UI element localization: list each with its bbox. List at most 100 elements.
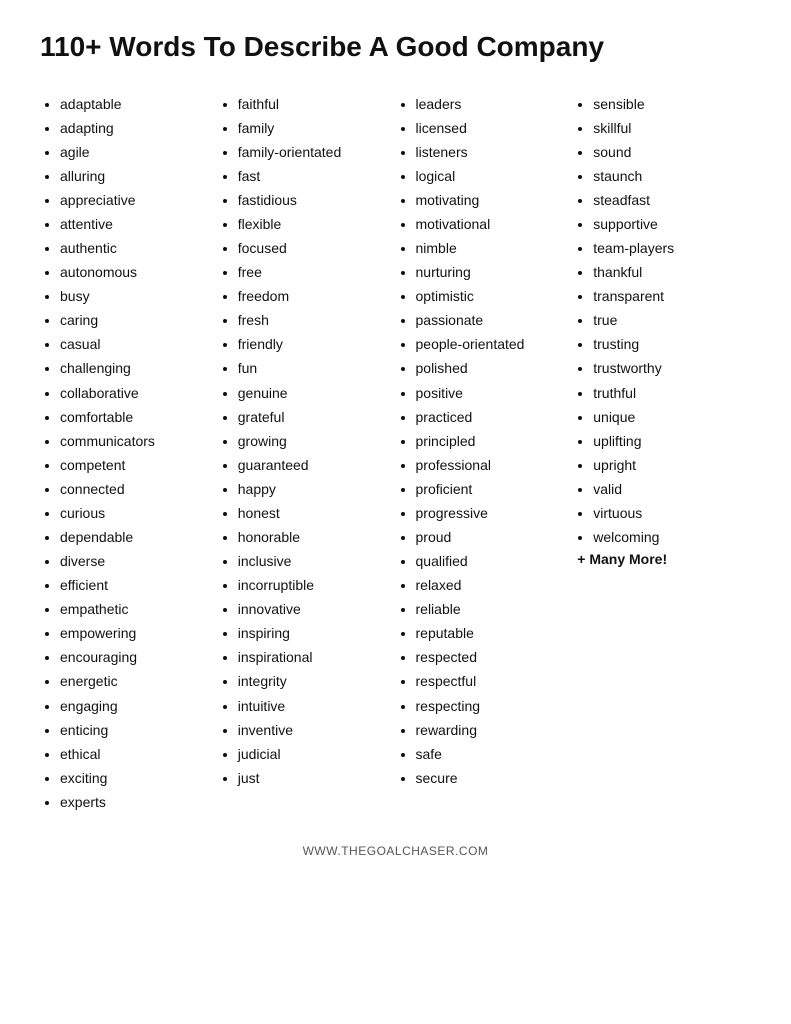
list-item: incorruptible <box>238 573 386 597</box>
list-item: polished <box>416 356 564 380</box>
list-item: happy <box>238 477 386 501</box>
list-item: skillful <box>593 116 741 140</box>
list-item: upright <box>593 453 741 477</box>
list-item: truthful <box>593 381 741 405</box>
list-item: collaborative <box>60 381 208 405</box>
list-item: efficient <box>60 573 208 597</box>
list-item: respecting <box>416 694 564 718</box>
list-item: valid <box>593 477 741 501</box>
list-item: safe <box>416 742 564 766</box>
list-item: nimble <box>416 236 564 260</box>
list-item: inspiring <box>238 621 386 645</box>
list-item: guaranteed <box>238 453 386 477</box>
column-1: adaptableadaptingagilealluringappreciati… <box>40 92 218 814</box>
list-item: ethical <box>60 742 208 766</box>
list-item: practiced <box>416 405 564 429</box>
list-item: respected <box>416 645 564 669</box>
list-item: free <box>238 260 386 284</box>
list-item: nurturing <box>416 260 564 284</box>
list-item: inventive <box>238 718 386 742</box>
list-item: steadfast <box>593 188 741 212</box>
list-item: licensed <box>416 116 564 140</box>
list-item: principled <box>416 429 564 453</box>
list-item: optimistic <box>416 284 564 308</box>
list-item: logical <box>416 164 564 188</box>
list-item: autonomous <box>60 260 208 284</box>
list-item: grateful <box>238 405 386 429</box>
list-item: fresh <box>238 308 386 332</box>
footer-url: WWW.THEGOALCHASER.COM <box>40 844 751 858</box>
list-item: positive <box>416 381 564 405</box>
list-item: flexible <box>238 212 386 236</box>
list-item: diverse <box>60 549 208 573</box>
column-3: leaderslicensedlistenerslogicalmotivatin… <box>396 92 574 814</box>
list-item: passionate <box>416 308 564 332</box>
list-item: intuitive <box>238 694 386 718</box>
list-item: respectful <box>416 669 564 693</box>
list-item: busy <box>60 284 208 308</box>
list-item: authentic <box>60 236 208 260</box>
list-item: rewarding <box>416 718 564 742</box>
list-item: relaxed <box>416 573 564 597</box>
list-item: inclusive <box>238 549 386 573</box>
list-item: agile <box>60 140 208 164</box>
list-item: motivating <box>416 188 564 212</box>
list-item: people-orientated <box>416 332 564 356</box>
list-item: trusting <box>593 332 741 356</box>
list-item: fast <box>238 164 386 188</box>
list-item: empathetic <box>60 597 208 621</box>
list-item: innovative <box>238 597 386 621</box>
page-title: 110+ Words To Describe A Good Company <box>40 30 751 64</box>
list-item: honest <box>238 501 386 525</box>
list-item: family-orientated <box>238 140 386 164</box>
plus-more-label: + Many More! <box>573 551 741 567</box>
column-2: faithfulfamilyfamily-orientatedfastfasti… <box>218 92 396 814</box>
list-item: true <box>593 308 741 332</box>
list-item: adaptable <box>60 92 208 116</box>
list-item: unique <box>593 405 741 429</box>
list-item: supportive <box>593 212 741 236</box>
list-item: proud <box>416 525 564 549</box>
list-item: transparent <box>593 284 741 308</box>
list-item: listeners <box>416 140 564 164</box>
list-item: friendly <box>238 332 386 356</box>
list-item: connected <box>60 477 208 501</box>
list-item: trustworthy <box>593 356 741 380</box>
word-columns: adaptableadaptingagilealluringappreciati… <box>40 92 751 814</box>
list-item: just <box>238 766 386 790</box>
list-item: curious <box>60 501 208 525</box>
list-item: staunch <box>593 164 741 188</box>
list-item: virtuous <box>593 501 741 525</box>
list-item: judicial <box>238 742 386 766</box>
list-item: fun <box>238 356 386 380</box>
list-item: dependable <box>60 525 208 549</box>
list-item: progressive <box>416 501 564 525</box>
list-item: honorable <box>238 525 386 549</box>
list-item: professional <box>416 453 564 477</box>
list-item: focused <box>238 236 386 260</box>
list-item: empowering <box>60 621 208 645</box>
list-item: welcoming <box>593 525 741 549</box>
list-item: team-players <box>593 236 741 260</box>
list-item: freedom <box>238 284 386 308</box>
list-item: engaging <box>60 694 208 718</box>
list-item: exciting <box>60 766 208 790</box>
list-item: experts <box>60 790 208 814</box>
list-item: attentive <box>60 212 208 236</box>
list-item: reliable <box>416 597 564 621</box>
list-item: motivational <box>416 212 564 236</box>
list-item: alluring <box>60 164 208 188</box>
list-item: fastidious <box>238 188 386 212</box>
list-item: sensible <box>593 92 741 116</box>
list-item: genuine <box>238 381 386 405</box>
list-item: family <box>238 116 386 140</box>
list-item: leaders <box>416 92 564 116</box>
list-item: growing <box>238 429 386 453</box>
list-item: inspirational <box>238 645 386 669</box>
list-item: challenging <box>60 356 208 380</box>
list-item: enticing <box>60 718 208 742</box>
list-item: qualified <box>416 549 564 573</box>
list-item: reputable <box>416 621 564 645</box>
column-4: sensibleskillfulsoundstaunchsteadfastsup… <box>573 92 751 814</box>
list-item: sound <box>593 140 741 164</box>
